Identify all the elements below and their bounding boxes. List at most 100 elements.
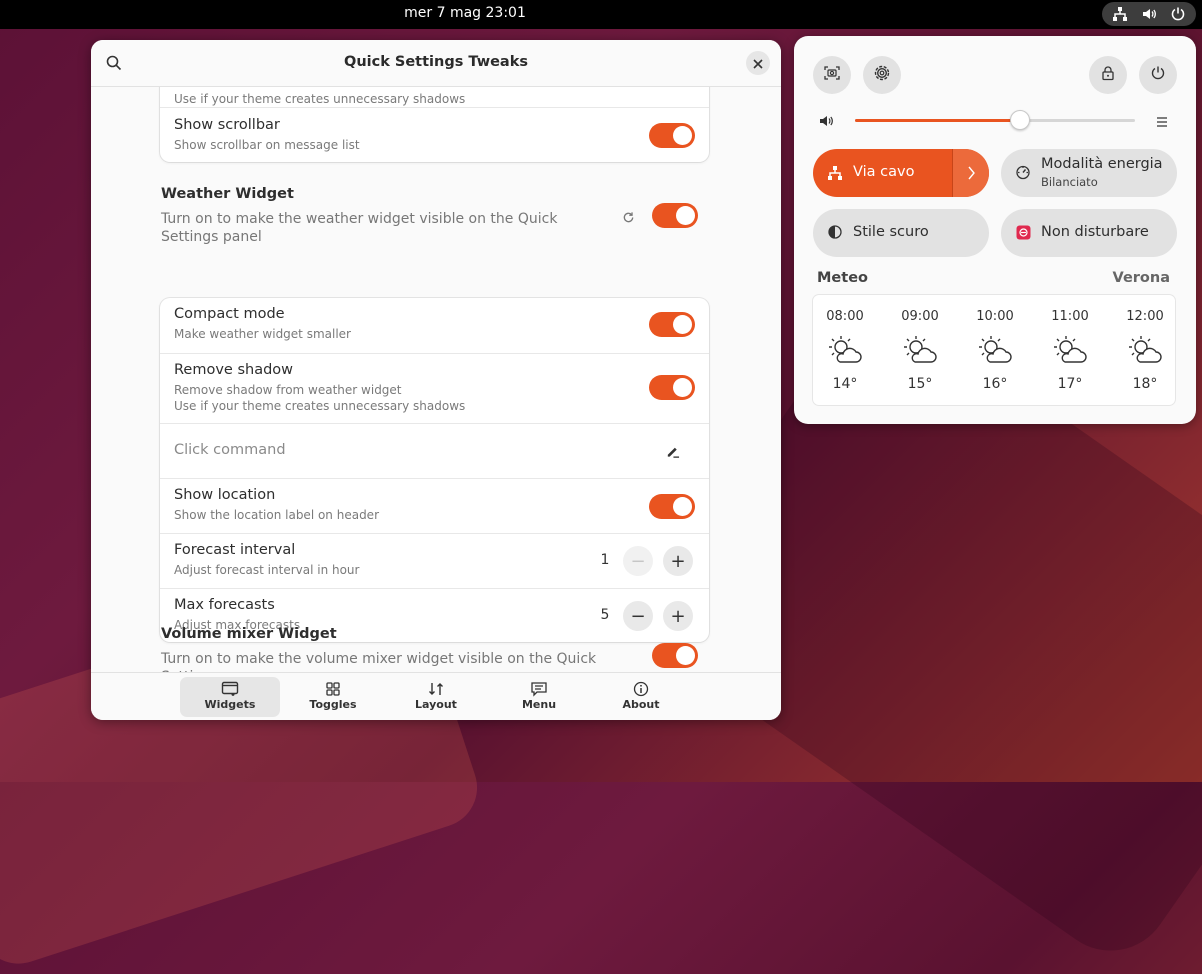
- max-forecasts-title: Max forecasts: [174, 597, 275, 613]
- top-bar: mer 7 mag 23:01: [0, 0, 1202, 29]
- power-icon: [1150, 65, 1166, 85]
- weather-forecast-box[interactable]: 08:00 14° 09:00 15° 10:00 16° 11:00 17° …: [813, 295, 1175, 405]
- partly-cloudy-icon: [828, 335, 862, 369]
- tab-widgets-label: Widgets: [204, 698, 256, 711]
- screenshot-button[interactable]: [813, 56, 851, 94]
- window-title: Quick Settings Tweaks: [344, 54, 528, 70]
- menu-icon: [489, 681, 589, 697]
- remove-shadow-toggle[interactable]: [649, 375, 695, 400]
- dark-style-icon: [827, 224, 843, 244]
- dark-style-toggle[interactable]: Stile scuro: [813, 209, 989, 257]
- compact-mode-row[interactable]: Compact mode Make weather widget smaller: [160, 298, 709, 353]
- tab-widgets[interactable]: Widgets: [180, 677, 280, 717]
- forecast-interval-value: 1: [600, 552, 610, 568]
- close-button[interactable]: [746, 51, 770, 75]
- weather-section-title: Weather Widget: [161, 186, 294, 202]
- forecast-temperature: 15°: [907, 376, 933, 392]
- volume-mixer-section-desc: Turn on to make the volume mixer widget …: [161, 651, 597, 673]
- remove-shadow-title: Remove shadow: [174, 362, 294, 378]
- tab-about[interactable]: About: [591, 677, 691, 717]
- remove-shadow-row[interactable]: Remove shadow Remove shadow from weather…: [160, 353, 709, 423]
- list-icon: [1157, 117, 1167, 127]
- show-location-row[interactable]: Show location Show the location label on…: [160, 478, 709, 533]
- click-command-field[interactable]: Click command: [174, 442, 286, 458]
- settings-button[interactable]: [863, 56, 901, 94]
- volume-slider-fill: [855, 119, 1021, 122]
- edit-icon[interactable]: [665, 444, 680, 463]
- do-not-disturb-icon: [1016, 225, 1031, 244]
- volume-icon[interactable]: [818, 113, 834, 133]
- wired-network-toggle[interactable]: Via cavo: [813, 149, 989, 197]
- forecast-interval-decrease-button[interactable]: −: [623, 546, 653, 576]
- compact-mode-sub: Make weather widget smaller: [174, 327, 351, 341]
- volume-slider-handle[interactable]: [1010, 110, 1031, 130]
- max-forecasts-increase-button[interactable]: +: [663, 601, 693, 631]
- plus-icon: +: [670, 605, 686, 627]
- settings-content[interactable]: Use if your theme creates unnecessary sh…: [91, 87, 781, 673]
- forecast-time: 09:00: [901, 309, 939, 324]
- tab-toggles-label: Toggles: [309, 698, 357, 711]
- tab-menu[interactable]: Menu: [489, 677, 589, 717]
- tab-toggles[interactable]: Toggles: [283, 677, 383, 717]
- show-location-title: Show location: [174, 487, 276, 503]
- notifications-card: Use if your theme creates unnecessary sh…: [160, 87, 709, 162]
- tab-about-label: About: [622, 698, 660, 711]
- dark-style-label: Stile scuro: [853, 224, 929, 240]
- toggles-icon: [283, 681, 383, 697]
- wired-network-label: Via cavo: [853, 164, 915, 180]
- chevron-right-icon: [966, 165, 976, 185]
- header-bar: Quick Settings Tweaks: [91, 40, 781, 87]
- partly-cloudy-icon: [978, 335, 1012, 369]
- forecast-interval-increase-button[interactable]: +: [663, 546, 693, 576]
- forecast-temperature: 17°: [1057, 376, 1083, 392]
- power-profile-icon: [1015, 164, 1031, 184]
- power-icon: [1170, 6, 1186, 22]
- partly-cloudy-icon: [1128, 335, 1162, 369]
- partly-cloudy-icon: [1053, 335, 1087, 369]
- widgets-icon: [180, 681, 280, 697]
- weather-options-card: Compact mode Make weather widget smaller…: [160, 298, 709, 642]
- partial-row-sub: Use if your theme creates unnecessary sh…: [174, 92, 466, 106]
- weather-widget-toggle[interactable]: [652, 203, 698, 228]
- minus-icon: −: [630, 550, 646, 572]
- forecast-time: 12:00: [1126, 309, 1164, 324]
- volume-icon: [1141, 6, 1157, 22]
- power-menu-button[interactable]: [1139, 56, 1177, 94]
- quick-settings-panel: Via cavo Modalità energia Bilanciato Sti…: [794, 36, 1196, 424]
- show-scrollbar-title: Show scrollbar: [174, 117, 280, 133]
- wired-network-menu-button[interactable]: [952, 149, 989, 197]
- max-forecasts-value: 5: [600, 607, 610, 623]
- reset-button[interactable]: [622, 209, 635, 228]
- do-not-disturb-label: Non disturbare: [1041, 224, 1149, 240]
- compact-mode-title: Compact mode: [174, 306, 285, 322]
- show-scrollbar-row[interactable]: Show scrollbar Show scrollbar on message…: [160, 107, 709, 162]
- tab-layout[interactable]: Layout: [386, 677, 486, 717]
- forecast-temperature: 16°: [982, 376, 1008, 392]
- view-switcher: Widgets Toggles Layout Menu About: [91, 672, 781, 720]
- system-tray[interactable]: [1102, 2, 1196, 26]
- max-forecasts-decrease-button[interactable]: −: [623, 601, 653, 631]
- layout-icon: [386, 681, 486, 697]
- power-mode-label: Modalità energia: [1041, 156, 1163, 172]
- lock-button[interactable]: [1089, 56, 1127, 94]
- weather-header-label: Meteo: [817, 270, 868, 286]
- remove-shadow-sub2: Use if your theme creates unnecessary sh…: [174, 399, 466, 413]
- do-not-disturb-toggle[interactable]: Non disturbare: [1001, 209, 1177, 257]
- network-wired-icon: [827, 165, 843, 185]
- click-command-row[interactable]: Click command: [160, 423, 709, 478]
- forecast-interval-title: Forecast interval: [174, 542, 296, 558]
- volume-mixer-toggle[interactable]: [652, 643, 698, 668]
- refresh-icon: [622, 209, 635, 228]
- power-mode-toggle[interactable]: Modalità energia Bilanciato: [1001, 149, 1177, 197]
- forecast-temperature: 18°: [1132, 376, 1158, 392]
- lock-icon: [1100, 65, 1116, 85]
- compact-mode-toggle[interactable]: [649, 312, 695, 337]
- weather-location: Verona: [1112, 270, 1170, 286]
- clock[interactable]: mer 7 mag 23:01: [0, 0, 930, 29]
- quick-settings-tweaks-window: Quick Settings Tweaks Use if your theme …: [91, 40, 781, 720]
- volume-slider[interactable]: [855, 110, 1135, 130]
- show-scrollbar-toggle[interactable]: [649, 123, 695, 148]
- forecast-temperature: 14°: [832, 376, 858, 392]
- audio-menu-button[interactable]: [1155, 114, 1169, 133]
- show-location-toggle[interactable]: [649, 494, 695, 519]
